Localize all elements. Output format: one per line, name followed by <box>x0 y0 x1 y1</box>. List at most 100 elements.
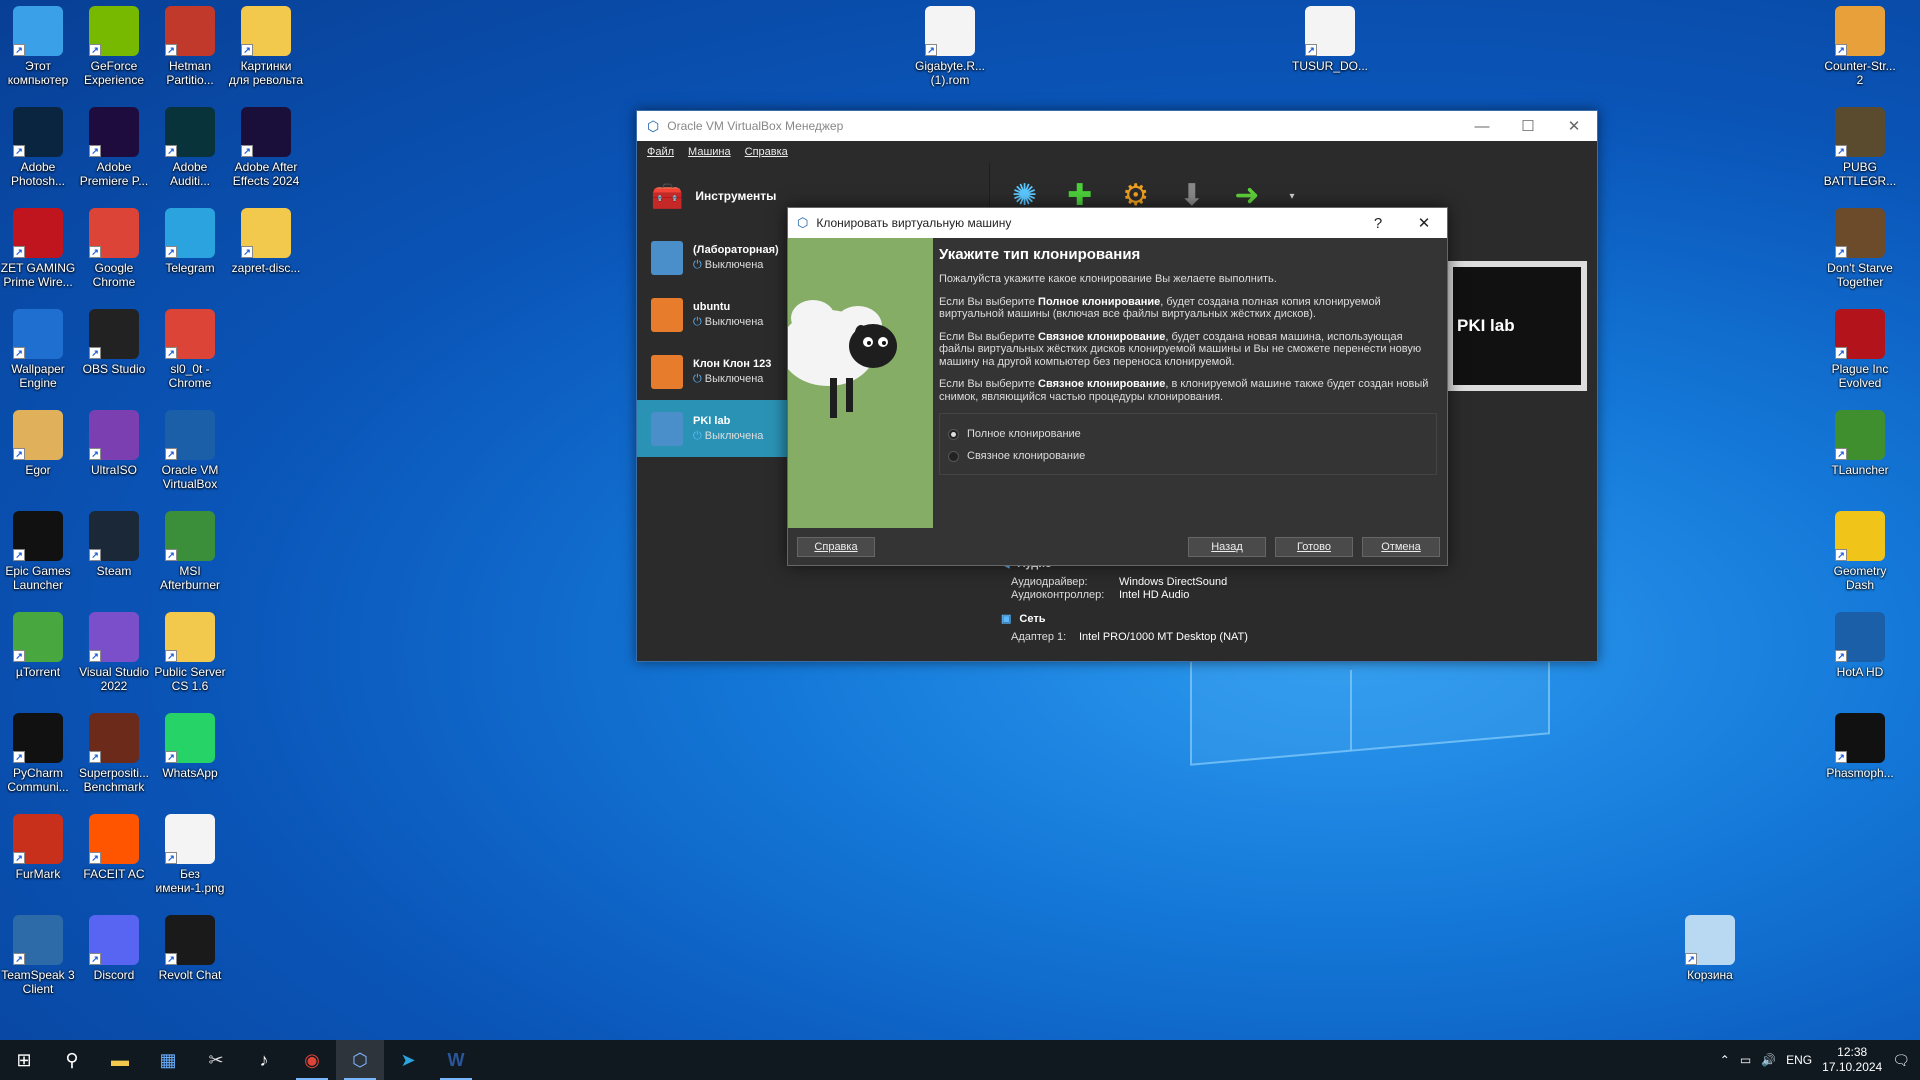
pubg-icon: ↗ <box>1835 107 1885 157</box>
clock-time: 12:38 <box>1837 1045 1868 1059</box>
minimize-button[interactable]: — <box>1459 111 1505 141</box>
shortcut-arrow-icon: ↗ <box>165 650 177 662</box>
tray-chevron-icon[interactable]: ⌃ <box>1720 1053 1730 1067</box>
desktop-icon[interactable]: ↗ Steam <box>76 511 152 578</box>
desktop-icon[interactable]: ↗ FurMark <box>0 814 76 881</box>
desktop-icon[interactable]: ↗ Epic Games Launcher <box>0 511 76 592</box>
desktop-icon[interactable]: ↗ FACEIT AC <box>76 814 152 881</box>
finish-button[interactable]: Готово <box>1275 537 1353 557</box>
desktop-icon[interactable]: ↗ Adobe Premiere P... <box>76 107 152 188</box>
snipping-tool-icon[interactable]: ✂ <box>192 1040 240 1080</box>
desktop-icon[interactable]: ↗ Корзина <box>1672 915 1748 982</box>
dialog-close-button[interactable]: ✕ <box>1401 208 1447 238</box>
desktop-icon[interactable]: ↗ Этот компьютер <box>0 6 76 87</box>
desktop-icon[interactable]: ↗ Telegram <box>152 208 228 275</box>
desktop-icon[interactable]: ↗ Egor <box>0 410 76 477</box>
menu-file[interactable]: Файл <box>647 146 674 158</box>
desktop-icon[interactable]: ↗ Без имени-1.png <box>152 814 228 895</box>
desktop-icon[interactable]: ↗ Wallpaper Engine <box>0 309 76 390</box>
desktop-icon[interactable]: ↗ Counter-Str... 2 <box>1822 6 1898 87</box>
desktop-icon[interactable]: ↗ MSI Afterburner <box>152 511 228 592</box>
desktop-icon[interactable]: ↗ Oracle VM VirtualBox <box>152 410 228 491</box>
whatsapp-icon: ↗ <box>165 713 215 763</box>
desktop-icon[interactable]: ↗ Don't Starve Together <box>1822 208 1898 289</box>
word-taskbar-icon[interactable]: W <box>432 1040 480 1080</box>
desktop-icon[interactable]: ↗ Plague Inc Evolved <box>1822 309 1898 390</box>
desktop-icon[interactable]: ↗ Google Chrome <box>76 208 152 289</box>
clock[interactable]: 12:38 17.10.2024 <box>1822 1045 1882 1075</box>
start-button[interactable]: ⊞ <box>0 1040 48 1080</box>
language-indicator[interactable]: ENG <box>1786 1053 1812 1067</box>
dialog-title: Клонировать виртуальную машину <box>816 216 1012 230</box>
menu-help[interactable]: Справка <box>745 146 788 158</box>
desktop-icon[interactable]: ↗ GeForce Experience <box>76 6 152 87</box>
desktop-icon[interactable]: ↗ Adobe Photosh... <box>0 107 76 188</box>
shortcut-arrow-icon: ↗ <box>165 44 177 56</box>
desktop-icon[interactable]: ↗ Gigabyte.R... (1).rom <box>912 6 988 87</box>
desktop-icon-label: µTorrent <box>15 665 61 679</box>
sheep-icon <box>788 238 933 528</box>
network-tray-icon[interactable]: ▭ <box>1740 1053 1751 1067</box>
desktop-icon[interactable]: ↗ µTorrent <box>0 612 76 679</box>
desktop-icon[interactable]: ↗ TeamSpeak 3 Client <box>0 915 76 996</box>
linked-clone-radio[interactable]: Связное клонирование <box>948 450 1428 462</box>
desktop-icon[interactable]: ↗ Superpositi... Benchmark <box>76 713 152 794</box>
wallpaper-icon: ↗ <box>13 309 63 359</box>
desktop-icon[interactable]: ↗ WhatsApp <box>152 713 228 780</box>
desktop-icon[interactable]: ↗ TLauncher <box>1822 410 1898 477</box>
desktop-icon[interactable]: ↗ sl0_0t - Chrome <box>152 309 228 390</box>
desktop-icon-label: Adobe Photosh... <box>10 160 66 188</box>
desktop-icon[interactable]: ↗ Adobe Auditi... <box>152 107 228 188</box>
window-titlebar[interactable]: ⬡ Oracle VM VirtualBox Менеджер — ☐ ✕ <box>637 111 1597 141</box>
desktop-icon-label: GeForce Experience <box>83 59 145 87</box>
shortcut-arrow-icon: ↗ <box>13 549 25 561</box>
maximize-button[interactable]: ☐ <box>1505 111 1551 141</box>
desktop-icon-label: Superpositi... Benchmark <box>78 766 150 794</box>
shortcut-arrow-icon: ↗ <box>1835 549 1847 561</box>
dialog-titlebar[interactable]: ⬡ Клонировать виртуальную машину ? ✕ <box>788 208 1447 238</box>
radio-selected-icon <box>948 428 959 440</box>
toolbar-more-icon[interactable]: ▾ <box>1289 191 1294 202</box>
desktop-icon[interactable]: ↗ Adobe After Effects 2024 <box>228 107 304 188</box>
desktop-icon-label: HotA HD <box>1836 665 1884 679</box>
desktop-icon[interactable]: ↗ PUBG BATTLEGR... <box>1822 107 1898 188</box>
desktop-icon[interactable]: ↗ Geometry Dash <box>1822 511 1898 592</box>
shortcut-arrow-icon: ↗ <box>13 953 25 965</box>
virtualbox-taskbar-icon[interactable]: ⬡ <box>336 1040 384 1080</box>
shortcut-arrow-icon: ↗ <box>241 246 253 258</box>
chrome-taskbar-icon[interactable]: ◉ <box>288 1040 336 1080</box>
task-manager-icon[interactable]: ▦ <box>144 1040 192 1080</box>
desktop-icon[interactable]: ↗ Hetman Partitio... <box>152 6 228 87</box>
desktop-icon[interactable]: ↗ PyCharm Communi... <box>0 713 76 794</box>
shortcut-arrow-icon: ↗ <box>165 246 177 258</box>
desktop-icon[interactable]: ↗ Discord <box>76 915 152 982</box>
desktop-icon[interactable]: ↗ UltraISO <box>76 410 152 477</box>
desktop-icon[interactable]: ↗ HotA HD <box>1822 612 1898 679</box>
help-button[interactable]: Справка <box>797 537 875 557</box>
search-icon[interactable]: ⚲ <box>48 1040 96 1080</box>
desktop-icon[interactable]: ↗ ZET GAMING Prime Wire... <box>0 208 76 289</box>
desktop-icon[interactable]: ↗ OBS Studio <box>76 309 152 376</box>
shortcut-arrow-icon: ↗ <box>89 44 101 56</box>
desktop-icon[interactable]: ↗ Phasmoph... <box>1822 713 1898 780</box>
computer-icon: ↗ <box>13 6 63 56</box>
desktop-icon[interactable]: ↗ Visual Studio 2022 <box>76 612 152 693</box>
desktop-icon[interactable]: ↗ Revolt Chat <box>152 915 228 982</box>
shortcut-arrow-icon: ↗ <box>165 549 177 561</box>
network-section[interactable]: ▣ Сеть <box>1001 612 1597 626</box>
menu-machine[interactable]: Машина <box>688 146 731 158</box>
volume-icon[interactable]: 🔊 <box>1761 1053 1776 1067</box>
desktop-icon[interactable]: ↗ Public Server CS 1.6 <box>152 612 228 693</box>
close-button[interactable]: ✕ <box>1551 111 1597 141</box>
desktop-icon[interactable]: ↗ zapret-disc... <box>228 208 304 275</box>
back-button[interactable]: Назад <box>1188 537 1266 557</box>
desktop-icon[interactable]: ↗ Картинки для револьта <box>228 6 304 87</box>
dialog-help-button[interactable]: ? <box>1355 208 1401 238</box>
notifications-icon[interactable]: 🗨 <box>1892 1052 1910 1069</box>
file-explorer-icon[interactable]: ▬ <box>96 1040 144 1080</box>
full-clone-radio[interactable]: Полное клонирование <box>948 428 1428 440</box>
telegram-taskbar-icon[interactable]: ➤ <box>384 1040 432 1080</box>
desktop-icon[interactable]: ↗ TUSUR_DO... <box>1292 6 1368 73</box>
music-app-icon[interactable]: ♪ <box>240 1040 288 1080</box>
cancel-button[interactable]: Отмена <box>1362 537 1440 557</box>
